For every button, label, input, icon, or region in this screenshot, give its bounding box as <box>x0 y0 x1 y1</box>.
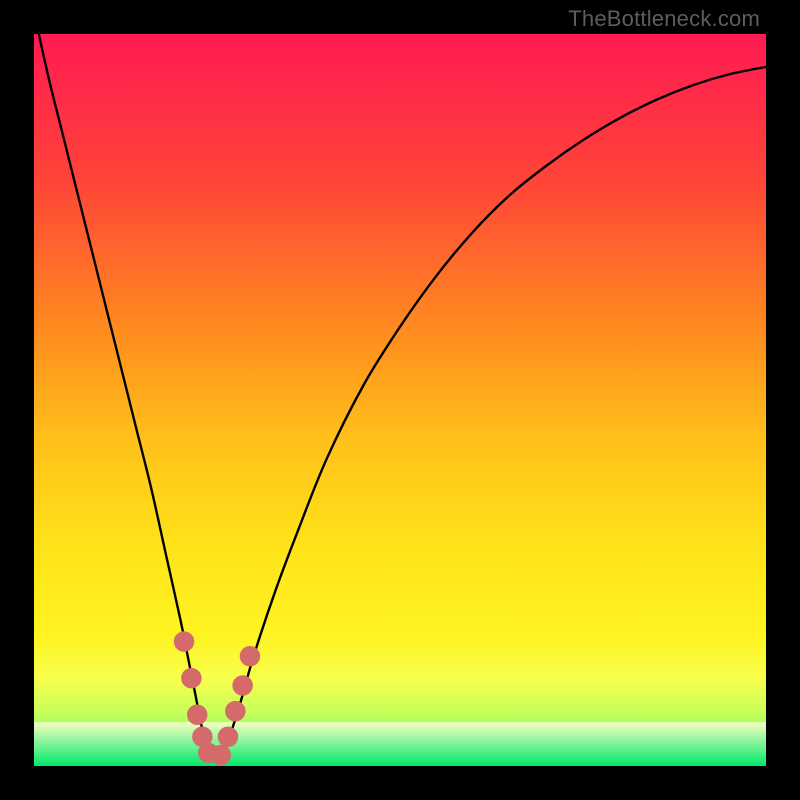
chart-area <box>34 34 766 766</box>
bottleneck-chart <box>34 34 766 766</box>
highlight-dot <box>240 646 260 666</box>
highlight-dot <box>232 675 252 695</box>
gradient-background <box>34 34 766 766</box>
highlight-dot <box>225 701 245 721</box>
highlight-dot <box>174 631 194 651</box>
highlight-dot <box>210 745 230 765</box>
highlight-dot <box>218 726 238 746</box>
highlight-dot <box>187 705 207 725</box>
green-band <box>34 722 766 766</box>
highlight-dot <box>181 668 201 688</box>
watermark-text: TheBottleneck.com <box>568 6 760 32</box>
